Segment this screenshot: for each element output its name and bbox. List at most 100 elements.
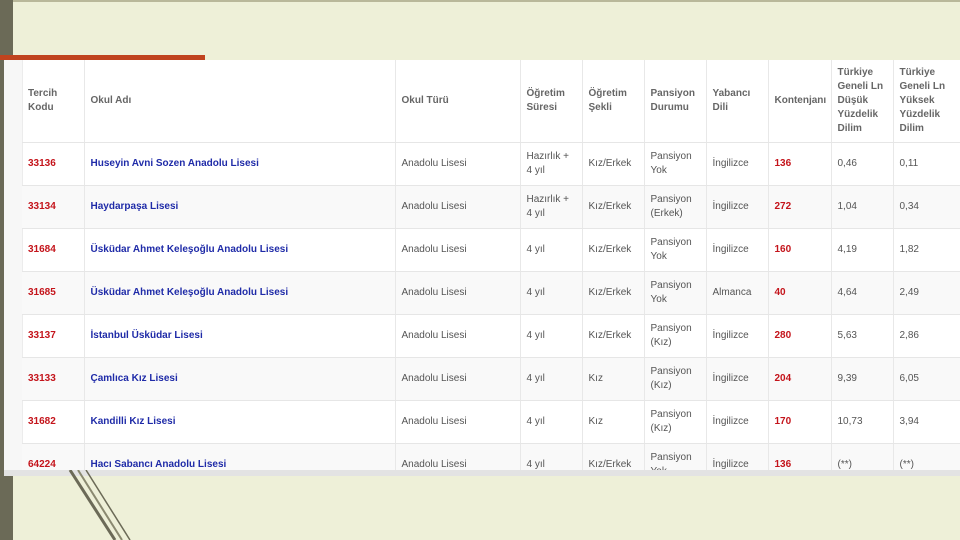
ogretim-suresi-cell: 4 yıl — [520, 443, 583, 470]
column-header[interactable]: Okul Adı — [84, 60, 396, 143]
column-header[interactable]: Öğretim Süresi — [520, 60, 583, 143]
ogretim-sekli-cell: Kız/Erkek — [582, 228, 645, 272]
ogretim-sekli-cell: Kız/Erkek — [582, 443, 645, 470]
table-row: 33133 Çamlıca Kız Lisesi Anadolu Lisesi 4 y… — [22, 357, 960, 401]
column-header[interactable]: Yabancı Dili — [706, 60, 769, 143]
column-header[interactable]: Öğretim Şekli — [582, 60, 645, 143]
okul-turu-cell: Anadolu Lisesi — [395, 228, 521, 272]
dusuk-dilim-cell: (**) — [831, 443, 894, 470]
tercih-kodu-cell: 31684 — [22, 228, 85, 272]
yabanci-dil-cell: İngilizce — [706, 443, 769, 470]
ogretim-suresi-cell: 4 yıl — [520, 357, 583, 401]
okul-turu-cell: Anadolu Lisesi — [395, 314, 521, 358]
tercih-kodu-cell: 33133 — [22, 357, 85, 401]
ogretim-suresi-cell: Hazırlık + 4 yıl — [520, 142, 583, 186]
tercih-kodu-cell: 33134 — [22, 185, 85, 229]
table-row: 31682 Kandilli Kız Lisesi Anadolu Lisesi 4 … — [22, 400, 960, 444]
pansiyon-cell: Pansiyon (Erkek) — [644, 185, 707, 229]
column-header[interactable]: Okul Türü — [395, 60, 521, 143]
ogretim-sekli-cell: Kız/Erkek — [582, 185, 645, 229]
tercih-kodu-cell: 31685 — [22, 271, 85, 315]
column-header[interactable]: Tercih Kodu — [22, 60, 85, 143]
kontenjan-cell: 136 — [768, 142, 832, 186]
kontenjan-cell: 280 — [768, 314, 832, 358]
yuksek-dilim-cell: 1,82 — [893, 228, 960, 272]
table-row: 31685 Üsküdar Ahmet Keleşoğlu Anadolu Lis… — [22, 271, 960, 315]
okul-adi-link[interactable]: İstanbul Üsküdar Lisesi — [84, 314, 396, 358]
table-row: 31684 Üsküdar Ahmet Keleşoğlu Anadolu Lis… — [22, 228, 960, 272]
tercih-kodu-cell: 31682 — [22, 400, 85, 444]
kontenjan-cell: 272 — [768, 185, 832, 229]
yuksek-dilim-cell: 0,11 — [893, 142, 960, 186]
yabanci-dil-cell: İngilizce — [706, 185, 769, 229]
table-row: 33137 İstanbul Üsküdar Lisesi Anadolu Lise… — [22, 314, 960, 358]
ogretim-suresi-cell: 4 yıl — [520, 228, 583, 272]
okul-adi-link[interactable]: Üsküdar Ahmet Keleşoğlu Anadolu Lisesi — [84, 228, 396, 272]
yuksek-dilim-cell: 6,05 — [893, 357, 960, 401]
ogretim-suresi-cell: 4 yıl — [520, 400, 583, 444]
yabanci-dil-cell: İngilizce — [706, 400, 769, 444]
kontenjan-cell: 136 — [768, 443, 832, 470]
yabanci-dil-cell: İngilizce — [706, 357, 769, 401]
kontenjan-cell: 160 — [768, 228, 832, 272]
okul-turu-cell: Anadolu Lisesi — [395, 185, 521, 229]
dusuk-dilim-cell: 5,63 — [831, 314, 894, 358]
ogretim-suresi-cell: Hazırlık + 4 yıl — [520, 185, 583, 229]
dusuk-dilim-cell: 1,04 — [831, 185, 894, 229]
ogretim-sekli-cell: Kız — [582, 400, 645, 444]
yuksek-dilim-cell: 2,49 — [893, 271, 960, 315]
dusuk-dilim-cell: 4,19 — [831, 228, 894, 272]
table-row: 33136 Huseyin Avni Sozen Anadolu Lisesi An… — [22, 142, 960, 186]
yabanci-dil-cell: İngilizce — [706, 314, 769, 358]
dusuk-dilim-cell: 9,39 — [831, 357, 894, 401]
tercih-kodu-cell: 33137 — [22, 314, 85, 358]
okul-turu-cell: Anadolu Lisesi — [395, 142, 521, 186]
okul-turu-cell: Anadolu Lisesi — [395, 400, 521, 444]
column-header[interactable]: Türkiye Geneli Ln Yüksek Yüzdelik Dilim — [893, 60, 960, 143]
yuksek-dilim-cell: 2,86 — [893, 314, 960, 358]
column-header[interactable]: Pansiyon Durumu — [644, 60, 707, 143]
yuksek-dilim-cell: 3,94 — [893, 400, 960, 444]
ogretim-sekli-cell: Kız — [582, 357, 645, 401]
brush-stroke-decoration — [68, 470, 131, 540]
school-table: Tercih Kodu Okul Adı Okul Türü Öğretim Süre… — [22, 60, 960, 470]
kontenjan-cell: 204 — [768, 357, 832, 401]
table-header-row: Tercih Kodu Okul Adı Okul Türü Öğretim Süre… — [22, 60, 960, 143]
tercih-kodu-cell: 33136 — [22, 142, 85, 186]
okul-adi-link[interactable]: Huseyin Avni Sozen Anadolu Lisesi — [84, 142, 396, 186]
pansiyon-cell: Pansiyon Yok — [644, 142, 707, 186]
okul-turu-cell: Anadolu Lisesi — [395, 443, 521, 470]
yuksek-dilim-cell: (**) — [893, 443, 960, 470]
ogretim-sekli-cell: Kız/Erkek — [582, 271, 645, 315]
ogretim-sekli-cell: Kız/Erkek — [582, 142, 645, 186]
pansiyon-cell: Pansiyon (Kız) — [644, 400, 707, 444]
yuksek-dilim-cell: 0,34 — [893, 185, 960, 229]
kontenjan-cell: 40 — [768, 271, 832, 315]
table-row: 33134 Haydarpaşa Lisesi Anadolu Lisesi Hazı… — [22, 185, 960, 229]
kontenjan-cell: 170 — [768, 400, 832, 444]
pansiyon-cell: Pansiyon (Kız) — [644, 314, 707, 358]
yabanci-dil-cell: Almanca — [706, 271, 769, 315]
table-row: 64224 Hacı Sabancı Anadolu Lisesi Anadolu … — [22, 443, 960, 470]
dusuk-dilim-cell: 0,46 — [831, 142, 894, 186]
ogretim-suresi-cell: 4 yıl — [520, 314, 583, 358]
okul-turu-cell: Anadolu Lisesi — [395, 271, 521, 315]
okul-adi-link[interactable]: Kandilli Kız Lisesi — [84, 400, 396, 444]
slide-top-line — [0, 0, 960, 2]
pansiyon-cell: Pansiyon (Kız) — [644, 357, 707, 401]
column-header[interactable]: Kontenjanı — [768, 60, 832, 143]
dusuk-dilim-cell: 10,73 — [831, 400, 894, 444]
ogretim-sekli-cell: Kız/Erkek — [582, 314, 645, 358]
okul-turu-cell: Anadolu Lisesi — [395, 357, 521, 401]
column-header[interactable]: Türkiye Geneli Ln Düşük Yüzdelik Dilim — [831, 60, 894, 143]
ogretim-suresi-cell: 4 yıl — [520, 271, 583, 315]
table-left-margin — [4, 60, 23, 470]
pansiyon-cell: Pansiyon Yok — [644, 443, 707, 470]
okul-adi-link[interactable]: Haydarpaşa Lisesi — [84, 185, 396, 229]
dusuk-dilim-cell: 4,64 — [831, 271, 894, 315]
okul-adi-link[interactable]: Üsküdar Ahmet Keleşoğlu Anadolu Lisesi — [84, 271, 396, 315]
yabanci-dil-cell: İngilizce — [706, 142, 769, 186]
okul-adi-link[interactable]: Çamlıca Kız Lisesi — [84, 357, 396, 401]
yabanci-dil-cell: İngilizce — [706, 228, 769, 272]
school-table-screenshot: Tercih Kodu Okul Adı Okul Türü Öğretim Süre… — [4, 60, 960, 476]
